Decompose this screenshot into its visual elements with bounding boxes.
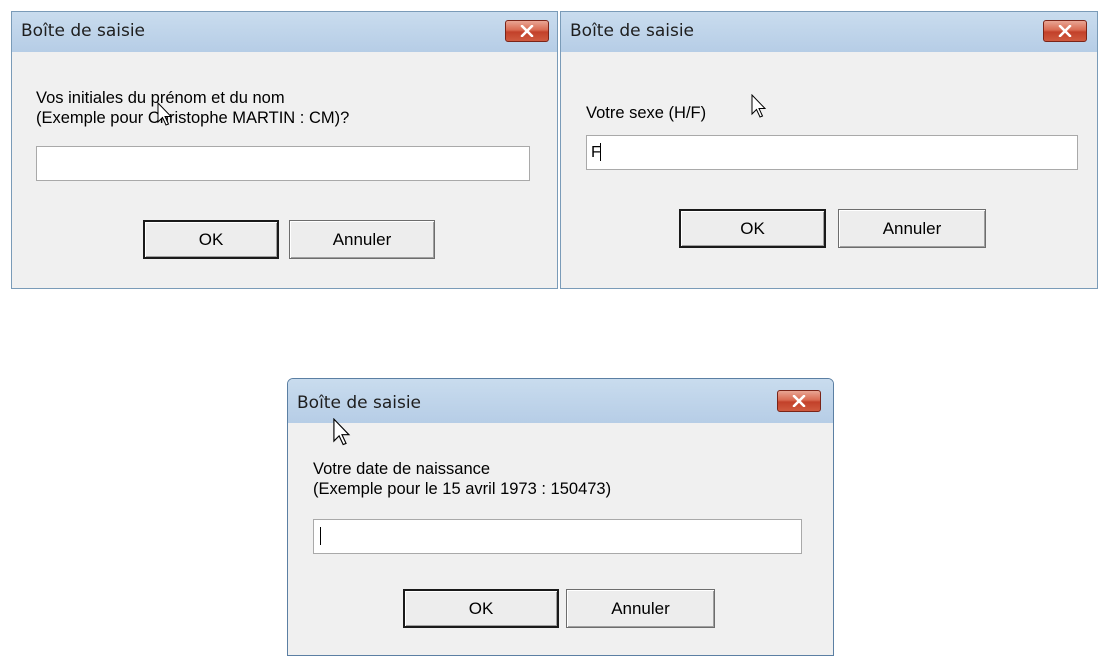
cancel-button[interactable]: Annuler: [838, 209, 986, 248]
close-button[interactable]: [505, 20, 549, 42]
cancel-button[interactable]: Annuler: [566, 589, 715, 628]
mouse-pointer-icon: [157, 102, 173, 126]
title-bar[interactable]: Boîte de saisie: [561, 12, 1097, 52]
ok-button[interactable]: OK: [679, 209, 826, 248]
input-dialog-birthdate: Boîte de saisie Votre date de naissance …: [287, 378, 834, 656]
dialog-title: Boîte de saisie: [21, 21, 146, 41]
close-icon: [520, 25, 534, 37]
sex-input[interactable]: [586, 135, 1078, 170]
initials-input[interactable]: [36, 146, 530, 181]
ok-button[interactable]: OK: [403, 589, 559, 628]
text-caret: [320, 527, 321, 545]
dialog-title: Boîte de saisie: [297, 393, 422, 413]
close-icon: [792, 395, 806, 407]
mouse-pointer-icon: [751, 94, 767, 118]
prompt-text: Vos initiales du prénom et du nom (Exemp…: [36, 89, 350, 127]
close-button[interactable]: [777, 390, 821, 412]
dialog-title: Boîte de saisie: [570, 21, 695, 41]
input-dialog-initials: Boîte de saisie Vos initiales du prénom …: [11, 11, 558, 289]
input-dialog-sex: Boîte de saisie Votre sexe (H/F) OK Annu…: [560, 11, 1098, 289]
close-button[interactable]: [1043, 20, 1087, 42]
text-caret: [600, 143, 601, 161]
close-icon: [1058, 25, 1072, 37]
prompt-text: Votre sexe (H/F): [586, 104, 707, 122]
title-bar[interactable]: Boîte de saisie: [288, 379, 833, 423]
birthdate-input[interactable]: [313, 519, 802, 554]
mouse-pointer-icon: [333, 418, 351, 446]
title-bar[interactable]: Boîte de saisie: [12, 12, 557, 52]
prompt-text: Votre date de naissance (Exemple pour le…: [313, 460, 612, 498]
cancel-button[interactable]: Annuler: [289, 220, 435, 259]
ok-button[interactable]: OK: [143, 220, 279, 259]
